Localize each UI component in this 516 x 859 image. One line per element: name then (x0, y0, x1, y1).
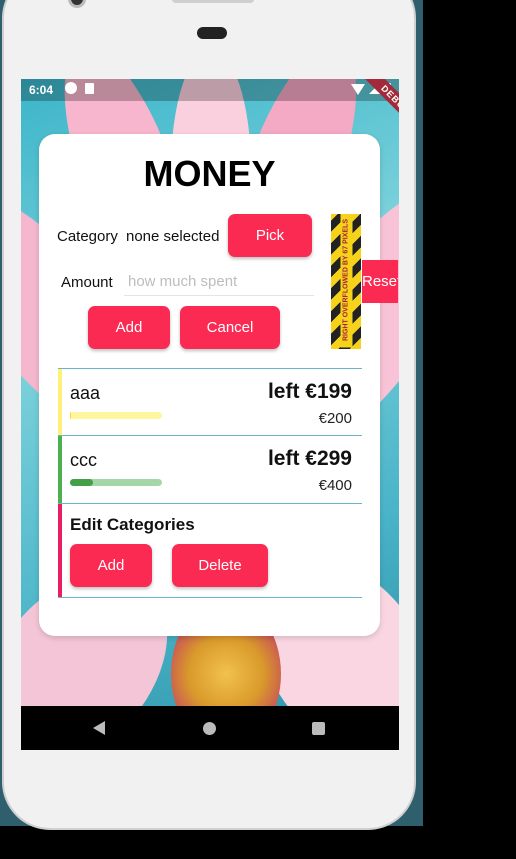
pick-button[interactable]: Pick (228, 214, 312, 257)
category-value: none selected (126, 228, 220, 245)
earpiece-speaker (172, 0, 254, 3)
recents-icon[interactable] (312, 722, 325, 735)
category-remaining: left €299 (267, 447, 352, 470)
category-row-aaa[interactable]: aaa left €199 €200 (58, 368, 362, 436)
edit-categories-section: Edit Categories Add Delete (58, 504, 362, 598)
delete-category-button[interactable]: Delete (172, 544, 268, 587)
overflow-warning: RIGHT OVERFLOWED BY 67 PIXELS (331, 214, 361, 349)
notification-icon (65, 82, 77, 94)
edit-categories-title: Edit Categories (70, 515, 195, 534)
edit-color-bar (58, 504, 62, 597)
category-row-ccc[interactable]: ccc left €299 €400 (58, 436, 362, 504)
category-label: Category (57, 228, 118, 245)
status-time: 6:04 (29, 83, 54, 97)
back-icon[interactable] (93, 721, 105, 735)
category-budget: €400 (318, 477, 352, 494)
proximity-sensor (197, 27, 227, 39)
category-color-bar (58, 436, 62, 503)
category-remaining: left €199 (267, 380, 352, 403)
add-entry-button[interactable]: Add (88, 306, 170, 349)
category-name: ccc (70, 450, 97, 470)
cancel-button[interactable]: Cancel (180, 306, 280, 349)
category-progress (70, 479, 162, 486)
amount-label: Amount (61, 274, 113, 291)
category-budget: €200 (318, 410, 352, 427)
money-card: MONEY Category none selected Pick Amount… (39, 134, 398, 636)
category-name: aaa (70, 383, 101, 403)
category-progress (70, 412, 162, 419)
reset-button[interactable]: Reset (362, 260, 398, 303)
add-category-button[interactable]: Add (70, 544, 152, 587)
status-bar: 6:04 (21, 79, 399, 101)
wifi-icon (351, 84, 365, 95)
page-title: MONEY (143, 153, 276, 194)
amount-input[interactable] (124, 267, 314, 296)
home-icon[interactable] (203, 722, 216, 735)
sd-card-icon (85, 83, 94, 94)
navigation-bar (21, 706, 399, 750)
overflow-warning-text: RIGHT OVERFLOWED BY 67 PIXELS (340, 214, 353, 348)
category-list: aaa left €199 €200 ccc left €299 €400 Ed… (58, 368, 362, 598)
category-progress-fill (70, 479, 93, 486)
category-color-bar (58, 369, 62, 435)
front-camera (68, 0, 86, 8)
